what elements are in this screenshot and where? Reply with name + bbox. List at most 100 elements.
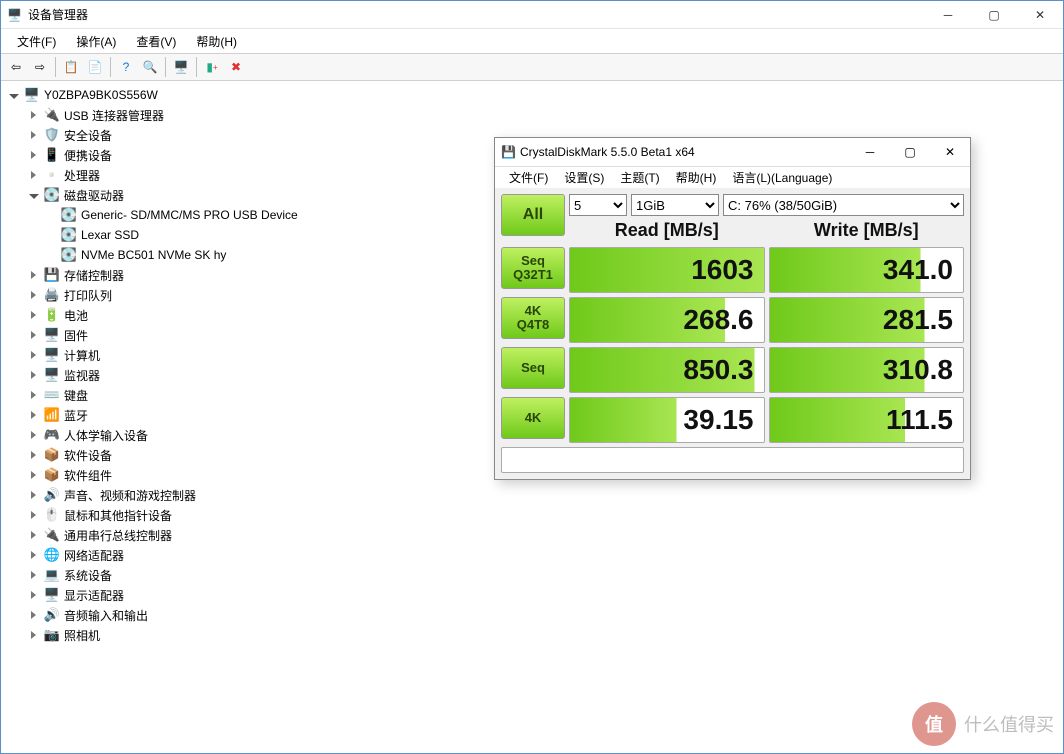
tree-item[interactable]: 📷照相机 [23, 625, 1061, 645]
device-category-icon: 🖱️ [44, 507, 60, 523]
chevron-closed-icon[interactable] [27, 609, 39, 621]
cdm-close-button[interactable]: ✕ [930, 138, 970, 166]
remove-button[interactable]: ✖ [225, 56, 247, 78]
chevron-closed-icon[interactable] [27, 549, 39, 561]
chevron-closed-icon[interactable] [27, 429, 39, 441]
tree-item-label: USB 连接器管理器 [64, 107, 164, 124]
write-result-cell: 281.5 [769, 297, 965, 343]
crystaldiskmark-window: 💾 CrystalDiskMark 5.5.0 Beta1 x64 ─ ▢ ✕ … [494, 137, 971, 480]
titlebar: 🖥️ 设备管理器 ─ ▢ ✕ [1, 1, 1063, 29]
chevron-closed-icon[interactable] [27, 529, 39, 541]
drive-select[interactable]: C: 76% (38/50GiB) [723, 194, 964, 216]
device-category-icon: 🖥️ [44, 587, 60, 603]
menu-file[interactable]: 文件(F) [7, 30, 66, 53]
chevron-closed-icon[interactable] [27, 309, 39, 321]
chevron-closed-icon[interactable] [27, 509, 39, 521]
scan-button[interactable]: 🔍 [139, 56, 161, 78]
tree-item[interactable]: 💻系统设备 [23, 565, 1061, 585]
chevron-closed-icon[interactable] [27, 329, 39, 341]
cdm-window-title: CrystalDiskMark 5.5.0 Beta1 x64 [520, 145, 695, 159]
tree-item-label: 监视器 [64, 367, 100, 384]
size-select[interactable]: 1GiB [631, 194, 719, 216]
tree-item[interactable]: 🔌通用串行总线控制器 [23, 525, 1061, 545]
tree-item-label: 处理器 [64, 167, 100, 184]
minimize-button[interactable]: ─ [925, 1, 971, 29]
chevron-closed-icon[interactable] [27, 269, 39, 281]
tree-item[interactable]: 🔊声音、视频和游戏控制器 [23, 485, 1061, 505]
device-category-icon: 🔊 [44, 607, 60, 623]
watermark-logo: 值 [912, 702, 956, 746]
tree-item[interactable]: 🔊音频输入和输出 [23, 605, 1061, 625]
device-category-icon: 💾 [44, 267, 60, 283]
cdm-menu-settings[interactable]: 设置(S) [556, 167, 612, 188]
forward-button[interactable]: ⇨ [29, 56, 51, 78]
separator [110, 57, 111, 77]
chevron-closed-icon[interactable] [27, 109, 39, 121]
tree-item[interactable]: 🖱️鼠标和其他指针设备 [23, 505, 1061, 525]
chevron-closed-icon[interactable] [27, 129, 39, 141]
test-type-button[interactable]: SeqQ32T1 [501, 247, 565, 289]
tree-root-item[interactable]: 🖥️Y0ZBPA9BK0S556W [3, 85, 1061, 105]
chevron-closed-icon[interactable] [27, 389, 39, 401]
test-type-button[interactable]: 4K [501, 397, 565, 439]
chevron-closed-icon[interactable] [27, 589, 39, 601]
test-type-button[interactable]: Seq [501, 347, 565, 389]
chevron-open-icon[interactable] [7, 89, 19, 101]
tree-item[interactable]: 🖥️显示适配器 [23, 585, 1061, 605]
cdm-titlebar: 💾 CrystalDiskMark 5.5.0 Beta1 x64 ─ ▢ ✕ [495, 138, 970, 166]
cdm-status-bar [501, 447, 964, 473]
menu-view[interactable]: 查看(V) [126, 30, 186, 53]
cdm-menu-file[interactable]: 文件(F) [501, 167, 556, 188]
chevron-closed-icon[interactable] [27, 369, 39, 381]
chevron-open-icon[interactable] [27, 189, 39, 201]
show-hide-button[interactable]: 📋 [60, 56, 82, 78]
test-type-button[interactable]: 4KQ4T8 [501, 297, 565, 339]
cdm-minimize-button[interactable]: ─ [850, 138, 890, 166]
chevron-closed-icon[interactable] [27, 149, 39, 161]
chevron-closed-icon[interactable] [27, 289, 39, 301]
tree-item[interactable]: 🌐网络适配器 [23, 545, 1061, 565]
help-button[interactable]: ? [115, 56, 137, 78]
chevron-closed-icon[interactable] [27, 349, 39, 361]
passes-select[interactable]: 5 [569, 194, 627, 216]
device-category-icon: 🖥️ [44, 327, 60, 343]
device-category-icon: 🔌 [44, 107, 60, 123]
tree-item-label: 人体学输入设备 [64, 427, 148, 444]
device-category-icon: ▫️ [44, 167, 60, 183]
tree-item-label: Generic- SD/MMC/MS PRO USB Device [81, 208, 298, 222]
tree-item-label: 网络适配器 [64, 547, 124, 564]
write-header: Write [MB/s] [769, 218, 965, 243]
cdm-menu-lang[interactable]: 语言(L)(Language) [724, 167, 840, 188]
menu-action[interactable]: 操作(A) [66, 30, 126, 53]
cdm-menu-theme[interactable]: 主题(T) [612, 167, 667, 188]
separator [196, 57, 197, 77]
chevron-closed-icon[interactable] [27, 489, 39, 501]
tree-item-label: 打印队列 [64, 287, 112, 304]
read-result-cell: 850.3 [569, 347, 765, 393]
chevron-closed-icon[interactable] [27, 169, 39, 181]
tree-item-label: 系统设备 [64, 567, 112, 584]
tree-item-label: 软件设备 [64, 447, 112, 464]
read-header: Read [MB/s] [569, 218, 765, 243]
tree-item-label: 安全设备 [64, 127, 112, 144]
properties-button[interactable]: 📄 [84, 56, 106, 78]
chevron-closed-icon[interactable] [27, 409, 39, 421]
cdm-menubar: 文件(F) 设置(S) 主题(T) 帮助(H) 语言(L)(Language) [495, 166, 970, 188]
chevron-closed-icon[interactable] [27, 629, 39, 641]
cdm-maximize-button[interactable]: ▢ [890, 138, 930, 166]
chevron-closed-icon[interactable] [27, 449, 39, 461]
add-button[interactable]: ▮+ [201, 56, 223, 78]
tree-item[interactable]: 🔌USB 连接器管理器 [23, 105, 1061, 125]
close-button[interactable]: ✕ [1017, 1, 1063, 29]
cdm-menu-help[interactable]: 帮助(H) [668, 167, 725, 188]
tree-item-label: 鼠标和其他指针设备 [64, 507, 172, 524]
chevron-closed-icon[interactable] [27, 569, 39, 581]
maximize-button[interactable]: ▢ [971, 1, 1017, 29]
all-test-button[interactable]: All [501, 194, 565, 236]
menu-help[interactable]: 帮助(H) [186, 30, 247, 53]
tree-item-label: 软件组件 [64, 467, 112, 484]
back-button[interactable]: ⇦ [5, 56, 27, 78]
chevron-closed-icon[interactable] [27, 469, 39, 481]
devices-button[interactable]: 🖥️ [170, 56, 192, 78]
watermark: 值 什么值得买 [912, 702, 1054, 746]
